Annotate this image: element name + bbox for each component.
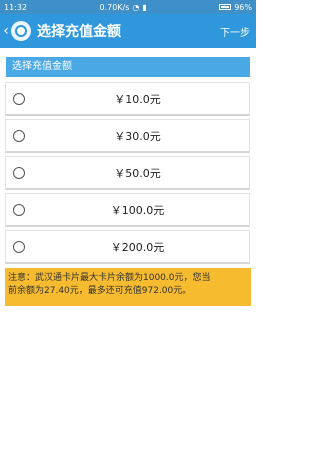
page-title: 选择充值金额 [37, 24, 121, 40]
radio-icon[interactable] [13, 167, 25, 179]
battery-icon [219, 4, 232, 10]
status-bar: 11:32 0.70K/s ◔ ▮ 96% [0, 0, 256, 14]
radio-icon[interactable] [13, 130, 25, 142]
app-bar: ‹ 选择充值金额 下一步 [0, 14, 256, 48]
amount-options: ￥10.0元 ￥30.0元 ￥50.0元 ￥100.0元 ￥200.0元 [5, 82, 250, 267]
amount-option-100[interactable]: ￥100.0元 [5, 193, 250, 227]
balance-notice: 注意：武汉通卡片最大卡片余额为1000.0元，您当 前余额为27.40元，最多还… [5, 268, 251, 306]
signal-icon: ▮ [142, 2, 147, 12]
status-time: 11:32 [4, 2, 28, 12]
amount-label: ￥100.0元 [110, 203, 165, 217]
status-right: 96% [219, 3, 252, 12]
amount-label: ￥30.0元 [114, 129, 161, 143]
amount-option-200[interactable]: ￥200.0元 [5, 230, 250, 264]
amount-label: ￥50.0元 [114, 166, 161, 180]
radio-icon[interactable] [13, 241, 25, 253]
status-center: 0.70K/s ◔ ▮ [27, 3, 219, 12]
amount-option-30[interactable]: ￥30.0元 [5, 119, 250, 153]
next-step-button[interactable]: 下一步 [220, 24, 256, 39]
notice-line-1: 注意：武汉通卡片最大卡片余额为1000.0元，您当 [8, 273, 211, 283]
amount-label: ￥10.0元 [114, 92, 161, 106]
radio-icon[interactable] [13, 93, 25, 105]
app-logo-icon [11, 21, 31, 41]
section-heading: 选择充值金额 [6, 57, 250, 77]
notice-line-2: 前余额为27.40元，最多还可充值972.00元。 [8, 286, 192, 296]
network-speed: 0.70K/s [99, 2, 130, 12]
wifi-icon: ◔ [132, 2, 140, 12]
amount-label: ￥200.0元 [110, 240, 165, 254]
back-icon[interactable]: ‹ [1, 14, 11, 48]
amount-option-10[interactable]: ￥10.0元 [5, 82, 250, 116]
radio-icon[interactable] [13, 204, 25, 216]
battery-level: 96% [234, 2, 252, 12]
amount-option-50[interactable]: ￥50.0元 [5, 156, 250, 190]
